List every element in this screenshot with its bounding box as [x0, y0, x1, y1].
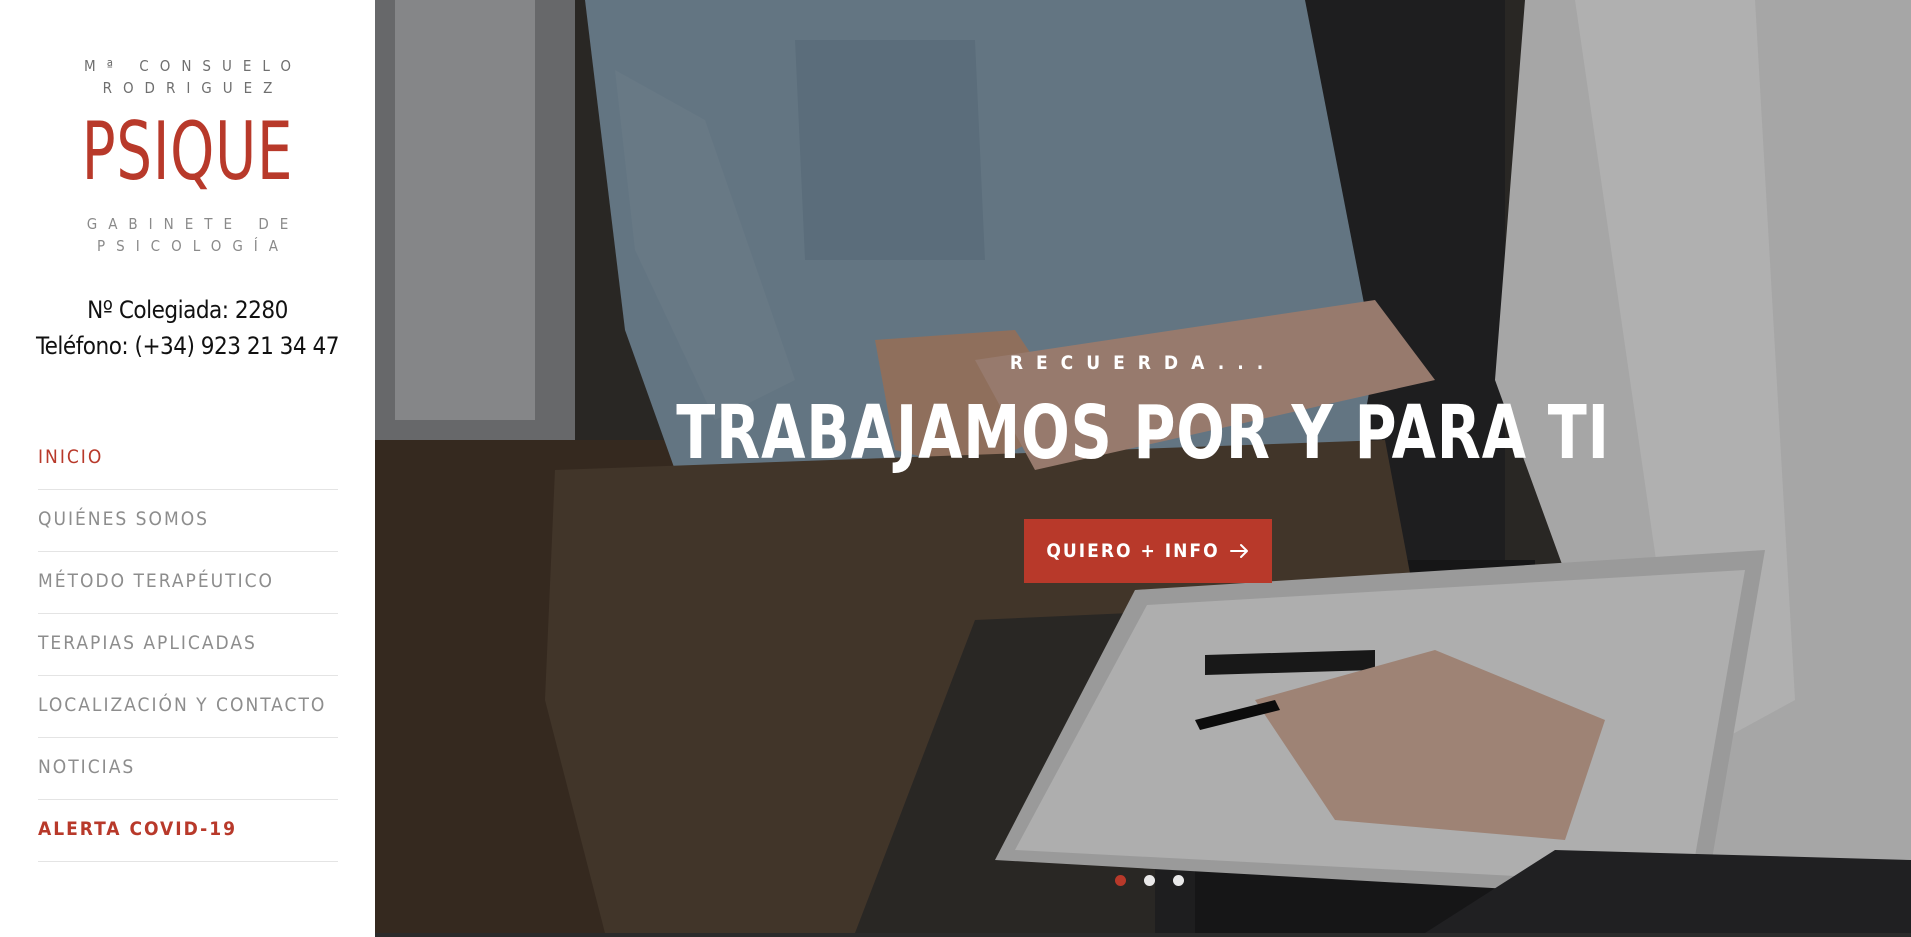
- slider-dot-2[interactable]: [1144, 875, 1155, 886]
- hero-kicker: RECUERDA...: [1009, 352, 1277, 374]
- more-info-button[interactable]: QUIERO + INFO: [1024, 519, 1272, 583]
- nav-item-localizacion-contacto[interactable]: LOCALIZACIÓN Y CONTACTO: [38, 676, 338, 738]
- arrow-right-icon: [1229, 544, 1248, 558]
- phone-number: Teléfono: (+34) 923 21 34 47: [36, 332, 339, 360]
- main-nav: INICIO QUIÉNES SOMOS MÉTODO TERAPÉUTICO …: [38, 428, 338, 862]
- nav-item-inicio[interactable]: INICIO: [38, 428, 338, 490]
- slider-pagination: [1115, 875, 1184, 886]
- nav-item-metodo-terapeutico[interactable]: MÉTODO TERAPÉUTICO: [38, 552, 338, 614]
- brand-owner-name: Mª CONSUELO RODRIGUEZ: [83, 57, 302, 97]
- slider-dot-3[interactable]: [1173, 875, 1184, 886]
- nav-item-terapias-aplicadas[interactable]: TERAPIAS APLICADAS: [38, 614, 338, 676]
- site-logo-text[interactable]: PSIQUE: [41, 108, 334, 196]
- slider-dot-1[interactable]: [1115, 875, 1126, 886]
- more-info-button-label: QUIERO + INFO: [1046, 540, 1220, 562]
- nav-item-alerta-covid[interactable]: ALERTA COVID-19: [38, 800, 338, 862]
- sidebar: Mª CONSUELO RODRIGUEZ PSIQUE GABINETE DE…: [0, 0, 375, 937]
- nav-item-quienes-somos[interactable]: QUIÉNES SOMOS: [38, 490, 338, 552]
- registration-number: Nº Colegiada: 2280: [87, 296, 288, 324]
- nav-item-noticias[interactable]: NOTICIAS: [38, 738, 338, 800]
- brand-tagline: GABINETE DE PSICOLOGÍA: [86, 215, 300, 255]
- hero-slider: RECUERDA... TRABAJAMOS POR Y PARA TI QUI…: [375, 0, 1911, 933]
- hero-title: TRABAJAMOS POR Y PARA TI: [676, 390, 1610, 476]
